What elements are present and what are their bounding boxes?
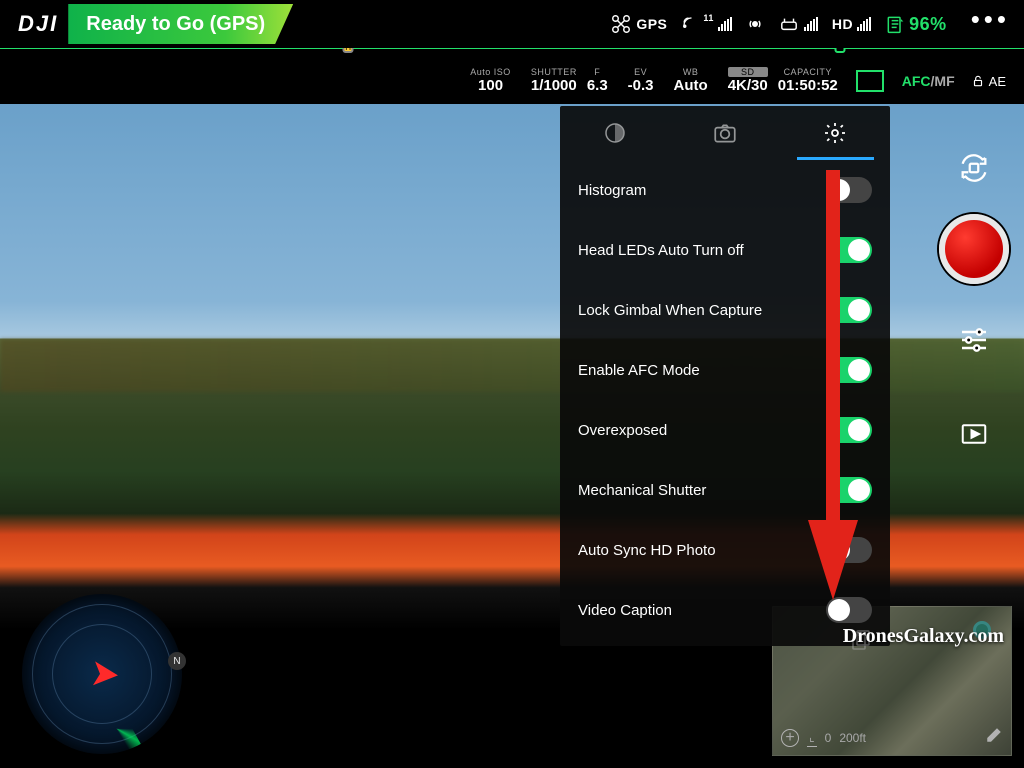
setting-auto-sync-hd[interactable]: Auto Sync HD Photo [560,520,890,580]
toggle-head-leds[interactable] [826,237,872,263]
camera-adjust-icon[interactable] [956,322,992,358]
sd-label: SD [728,67,768,77]
setting-enable-afc[interactable]: Enable AFC Mode [560,340,890,400]
map-zoom-icon[interactable]: + [781,729,799,747]
setting-head-leds[interactable]: Head LEDs Auto Turn off [560,220,890,280]
setting-histogram[interactable]: Histogram [560,160,890,220]
shutter-label: SHUTTER [531,67,577,77]
dji-logo: DJI [8,11,68,37]
scale-max: 200ft [839,731,866,745]
setting-label: Histogram [578,182,646,199]
rc-signal-icon[interactable] [746,15,764,33]
camera-settings-panel: Histogram Head LEDs Auto Turn off Lock G… [560,106,890,646]
scale-zero: 0 [825,731,832,745]
capacity-readout[interactable]: CAPACITY 01:50:52 [768,67,848,95]
ev-value: -0.3 [628,77,654,94]
setting-lock-gimbal[interactable]: Lock Gimbal When Capture [560,280,890,340]
hd-signal[interactable]: HD [832,16,871,32]
setting-label: Head LEDs Auto Turn off [578,242,744,259]
remote-controller-icon[interactable] [778,15,818,33]
setting-label: Lock Gimbal When Capture [578,302,762,319]
satellite-signal[interactable]: 11 [681,15,732,33]
tab-exposure[interactable] [560,106,670,160]
flight-mode-icon[interactable]: GPS [610,13,667,35]
battery-percentage: 96% [909,14,947,35]
iso-label: Auto ISO [470,67,511,77]
gps-label: GPS [636,16,667,32]
playback-icon[interactable] [956,416,992,452]
setting-mechanical-shutter[interactable]: Mechanical Shutter [560,460,890,520]
setting-label: Video Caption [578,602,672,619]
camera-switch-icon[interactable] [956,150,992,186]
setting-label: Auto Sync HD Photo [578,542,716,559]
setting-label: Enable AFC Mode [578,362,700,379]
north-badge: N [168,652,186,670]
toggle-video-caption[interactable] [826,597,872,623]
wb-value: Auto [674,77,708,94]
sd-value: 4K/30 [728,77,768,94]
capacity-label: CAPACITY [778,67,838,77]
satellite-count: 11 [703,13,714,23]
settings-list[interactable]: Histogram Head LEDs Auto Turn off Lock G… [560,160,890,646]
toggle-auto-sync-hd[interactable] [826,537,872,563]
app-root: DJI Ready to Go (GPS) GPS 11 [0,0,1024,768]
toggle-overexposed[interactable] [826,417,872,443]
afc-label: AFC [902,73,931,89]
map-scale: + ⌞ 0 200ft [781,729,866,747]
toggle-enable-afc[interactable] [826,357,872,383]
ae-label: AE [989,74,1006,89]
focus-frame-icon[interactable] [856,70,884,92]
ae-lock-button[interactable]: AE [965,74,1012,89]
capacity-value: 01:50:52 [778,77,838,94]
tab-settings-gear[interactable] [780,106,890,160]
setting-overexposed[interactable]: Overexposed [560,400,890,460]
settings-tabs [560,106,890,160]
aperture-readout[interactable]: F 6.3 [577,67,618,95]
wb-label: WB [674,67,708,77]
setting-video-caption[interactable]: Video Caption [560,580,890,640]
shutter-value: 1/1000 [531,77,577,94]
battery-indicator[interactable]: 96% [885,14,947,35]
hd-bars-icon [857,17,871,31]
compass-radar[interactable]: N [22,594,182,754]
mf-label: /MF [931,73,955,89]
setting-label: Overexposed [578,422,667,439]
wb-readout[interactable]: WB Auto [664,67,718,95]
more-menu-button[interactable]: ••• [961,4,1016,45]
focus-mode-toggle[interactable]: AFC/MF [892,73,965,89]
ev-readout[interactable]: EV -0.3 [618,67,664,95]
hd-label: HD [832,16,853,32]
rc-bars-icon [804,17,818,31]
toggle-mechanical-shutter[interactable] [826,477,872,503]
tab-photo[interactable] [670,106,780,160]
watermark-text: DronesGalaxy.com [843,625,1004,648]
setting-label: Mechanical Shutter [578,482,706,499]
top-status-bar: DJI Ready to Go (GPS) GPS 11 [0,0,1024,48]
record-button[interactable] [939,214,1009,284]
ev-label: EV [628,67,654,77]
heading-arrow-icon [80,652,123,695]
right-tool-column [934,150,1014,452]
toggle-lock-gimbal[interactable] [826,297,872,323]
toggle-histogram[interactable] [826,177,872,203]
iso-readout[interactable]: Auto ISO 100 [460,67,521,95]
camera-param-strip: Auto ISO 100 SHUTTER 1/1000 F 6.3 EV -0.… [0,58,1024,104]
map-edit-icon[interactable] [985,726,1003,749]
flight-status-pill[interactable]: Ready to Go (GPS) [68,4,293,44]
iso-value: 100 [478,77,503,94]
signal-bars-icon [718,17,732,31]
aperture-value: 6.3 [587,77,608,94]
aperture-label: F [587,67,608,77]
